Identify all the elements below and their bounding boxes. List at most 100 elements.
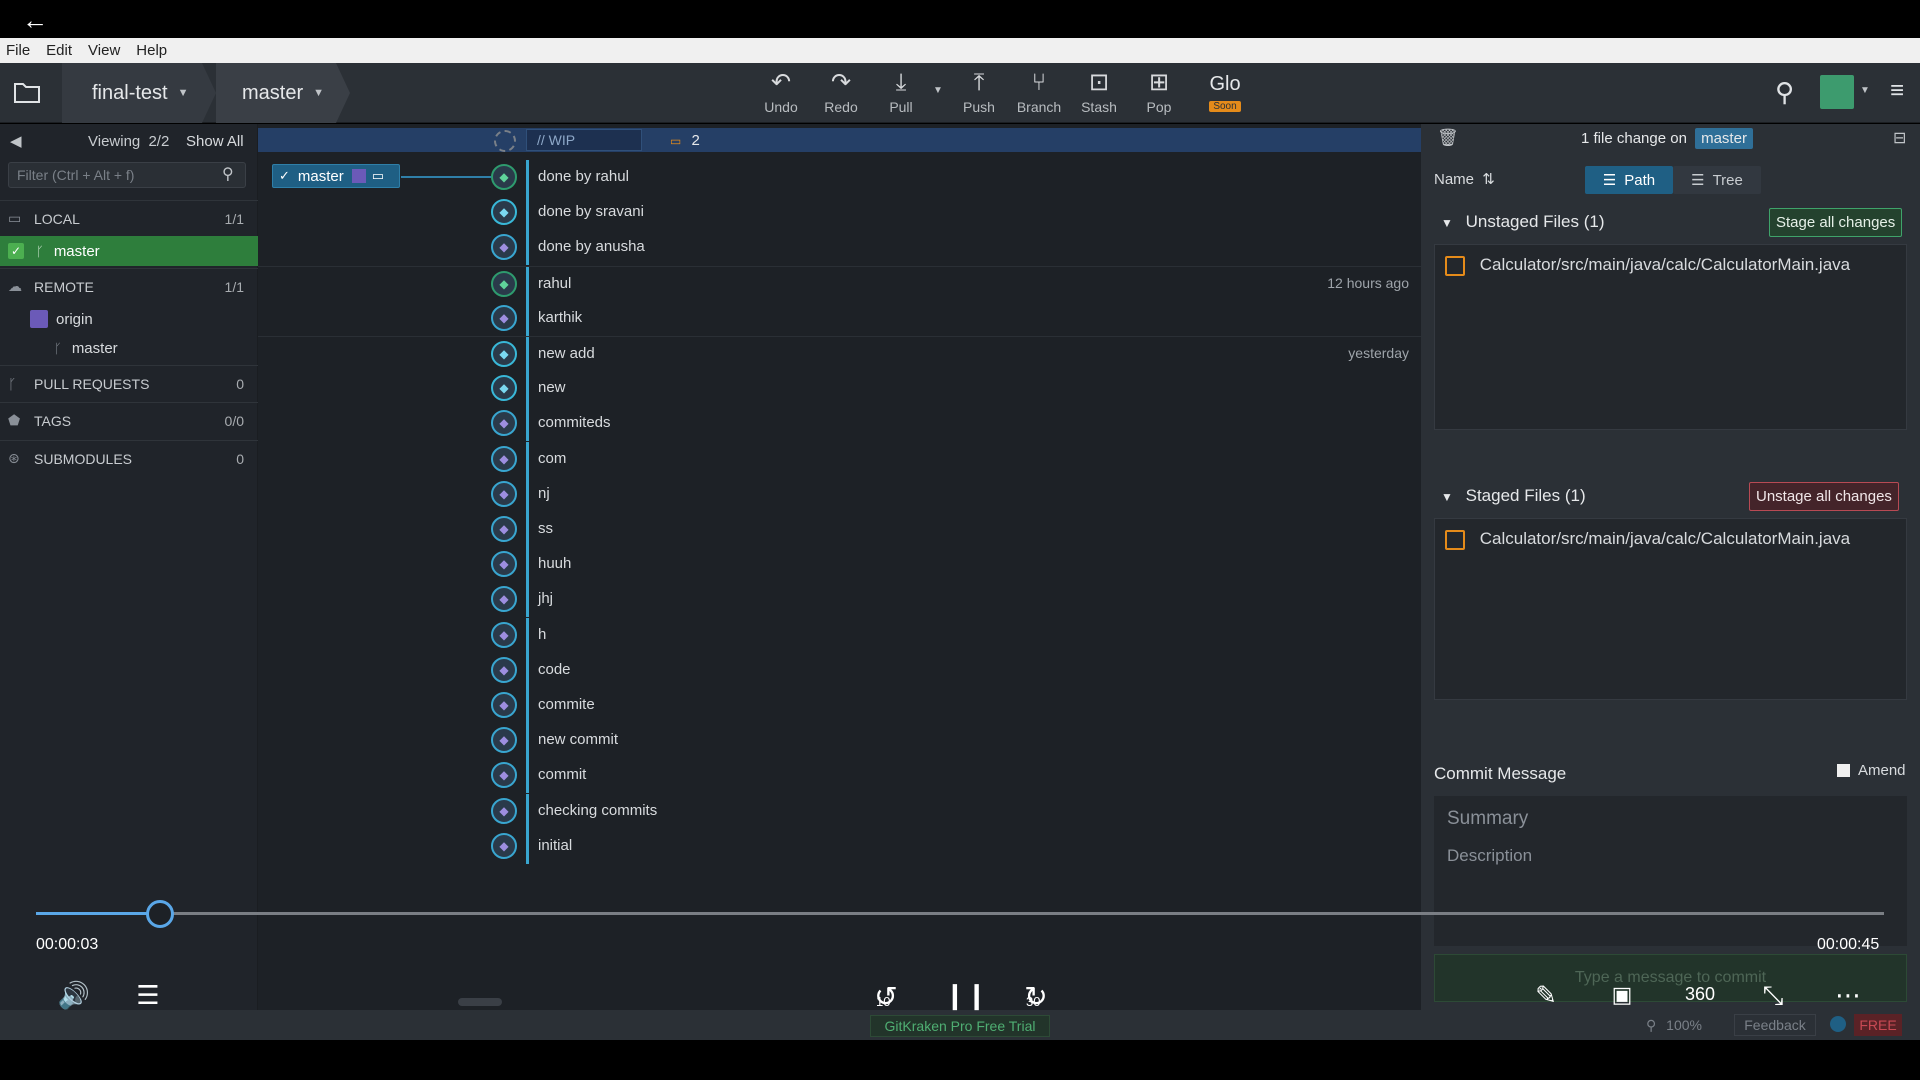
remote-origin[interactable]: origin (30, 310, 93, 328)
pro-trial-badge[interactable]: GitKraken Pro Free Trial (870, 1015, 1050, 1037)
sort-by-name[interactable]: Name ⇅ (1434, 170, 1495, 188)
commit-message: nj (538, 484, 550, 502)
rewind-10-button[interactable]: ↺ 10 (866, 980, 906, 1013)
view-tree-toggle[interactable]: ☰ Tree (1673, 166, 1761, 194)
commit-row[interactable]: ◆ done by rahul (258, 160, 1421, 195)
commit-row[interactable]: ◆ commite (258, 688, 1421, 723)
feedback-button[interactable]: Feedback (1734, 1014, 1816, 1036)
collapse-caret-icon: ▼ (1441, 490, 1453, 504)
tag-icon: ⬟ (8, 412, 21, 428)
commit-author-avatar: ◆ (491, 692, 517, 718)
commit-row[interactable]: ◆ jhj (258, 582, 1421, 618)
cloud-icon: ☁ (8, 278, 22, 294)
avatar[interactable] (1820, 75, 1854, 109)
picture-in-picture-icon[interactable]: ▣ (1606, 982, 1638, 1008)
folder-icon[interactable] (14, 81, 40, 103)
commit-row[interactable]: ◆ h (258, 617, 1421, 653)
video-progress-handle[interactable] (145, 900, 174, 928)
file-change-summary: 1 file change on master (1581, 128, 1753, 149)
collapse-sidebar-icon[interactable]: ◀ (10, 132, 22, 150)
commit-lane-bar (526, 476, 529, 512)
submodules-section-header[interactable]: ⊛ SUBMODULES 0 (0, 440, 258, 476)
pause-icon[interactable]: ❙❙ (944, 980, 988, 1011)
pull-options-chevron-icon[interactable]: ▼ (933, 85, 943, 96)
staged-file-path: Calculator/src/main/java/calc/Calculator… (1479, 529, 1851, 548)
commit-row[interactable]: ◆ com (258, 441, 1421, 477)
description-input[interactable]: Description (1434, 840, 1907, 946)
commit-row[interactable]: ◆ commit (258, 758, 1421, 794)
local-branch-master[interactable]: ✓ ᚴ master (0, 236, 258, 266)
menu-file[interactable]: File (6, 42, 30, 59)
chevron-down-icon[interactable]: ▼ (1860, 85, 1870, 96)
commit-row[interactable]: ◆ ss (258, 512, 1421, 547)
stash-button[interactable]: ⊡ Stash (1071, 69, 1127, 119)
zoom-indicator[interactable]: ⚲ 100% (1646, 1017, 1702, 1034)
vr-360-icon[interactable]: 360 (1680, 984, 1720, 1005)
minimize-screen-icon[interactable]: ⤡ (1756, 980, 1790, 1012)
origin-avatar (30, 310, 48, 328)
unstaged-files-header[interactable]: ▼ Unstaged Files (1) (1441, 212, 1605, 232)
show-all-button[interactable]: Show All (186, 133, 244, 150)
plan-badge[interactable]: FREE (1854, 1014, 1902, 1036)
branch-breadcrumb[interactable]: master ▼ (216, 63, 336, 123)
pull-button[interactable]: ⤓ Pull (873, 69, 929, 119)
trash-icon[interactable]: 🗑 (1437, 128, 1459, 148)
branch-icon: ⑂ (1031, 69, 1047, 96)
forward-seconds: 30 (1026, 994, 1041, 1009)
commit-row[interactable]: ◆ commiteds (258, 406, 1421, 442)
search-icon[interactable]: ⚲ (1775, 77, 1794, 108)
commit-row[interactable]: ◆ karthik (258, 300, 1421, 336)
local-section-header[interactable]: ▭ LOCAL 1/1 (0, 200, 258, 236)
commit-row[interactable]: ◆ huuh (258, 547, 1421, 583)
subtitles-icon[interactable]: ☰ (130, 980, 166, 1011)
forward-30-button[interactable]: ↻ 30 (1016, 980, 1056, 1013)
menu-help[interactable]: Help (136, 42, 167, 59)
commit-row[interactable]: ◆ initial (258, 828, 1421, 864)
commit-row[interactable]: ◆ code (258, 652, 1421, 688)
commit-row[interactable]: ◆ new (258, 371, 1421, 407)
commit-author-avatar: ◆ (491, 586, 517, 613)
wip-row[interactable] (258, 128, 1421, 152)
tags-section-header[interactable]: ⬟ TAGS 0/0 (0, 402, 258, 438)
notification-icon[interactable] (1830, 1016, 1846, 1032)
push-button[interactable]: ⤒ Push (951, 69, 1007, 119)
undo-button[interactable]: ↶ Undo (753, 69, 809, 119)
staged-file-item[interactable]: Calculator/src/main/java/calc/Calculator… (1445, 529, 1850, 550)
commit-row[interactable]: ◆ checking commits (258, 793, 1421, 829)
menu-view[interactable]: View (88, 42, 120, 59)
commit-row[interactable]: ◆ nj (258, 476, 1421, 512)
more-options-icon[interactable]: ⋯ (1830, 980, 1866, 1011)
commit-lane-bar (526, 230, 529, 266)
stage-all-button[interactable]: Stage all changes (1769, 208, 1903, 237)
glo-button[interactable]: Glo Soon (1197, 69, 1253, 119)
commit-row[interactable]: ◆ done by anusha (258, 230, 1421, 266)
redo-button[interactable]: ↷ Redo (813, 69, 869, 119)
commit-row[interactable]: ◆ rahul 12 hours ago (258, 265, 1421, 302)
commit-row[interactable]: ◆ new commit (258, 723, 1421, 759)
horizontal-scrollbar[interactable] (458, 998, 502, 1006)
amend-checkbox[interactable]: Amend (1837, 762, 1906, 779)
unstage-all-button[interactable]: Unstage all changes (1749, 482, 1899, 511)
pop-button[interactable]: ⊞ Pop (1131, 69, 1187, 119)
unstaged-file-item[interactable]: Calculator/src/main/java/calc/Calculator… (1445, 255, 1850, 276)
menu-edit[interactable]: Edit (46, 42, 72, 59)
filter-input[interactable]: Filter (Ctrl + Alt + f) (8, 162, 246, 188)
commit-row[interactable]: ◆ done by sravani (258, 195, 1421, 231)
pull-requests-section-header[interactable]: ᚴ PULL REQUESTS 0 (0, 365, 258, 401)
remote-branch-master[interactable]: ᚴ master (54, 340, 118, 357)
view-path-toggle[interactable]: ☰ Path (1585, 166, 1673, 194)
repo-breadcrumb[interactable]: final-test ▼ (62, 63, 202, 123)
edit-pencil-icon[interactable]: ✎ (1530, 980, 1562, 1011)
expand-panel-icon[interactable]: ⊟ (1893, 128, 1906, 148)
commit-row[interactable]: ◆ new add yesterday (258, 336, 1421, 372)
remote-section-header[interactable]: ☁ REMOTE 1/1 (0, 268, 258, 304)
volume-icon[interactable]: 🔊 (56, 980, 92, 1011)
staged-files-header[interactable]: ▼ Staged Files (1) (1441, 486, 1586, 506)
back-arrow-icon[interactable]: ← (22, 7, 50, 33)
wip-input[interactable]: // WIP (526, 129, 642, 151)
summary-input[interactable]: Summary (1434, 796, 1907, 840)
hamburger-menu-icon[interactable]: ≡ (1890, 77, 1904, 105)
tags-label: TAGS (34, 412, 72, 429)
branch-button[interactable]: ⑂ Branch (1011, 69, 1067, 119)
video-progress-track[interactable] (36, 912, 1884, 915)
